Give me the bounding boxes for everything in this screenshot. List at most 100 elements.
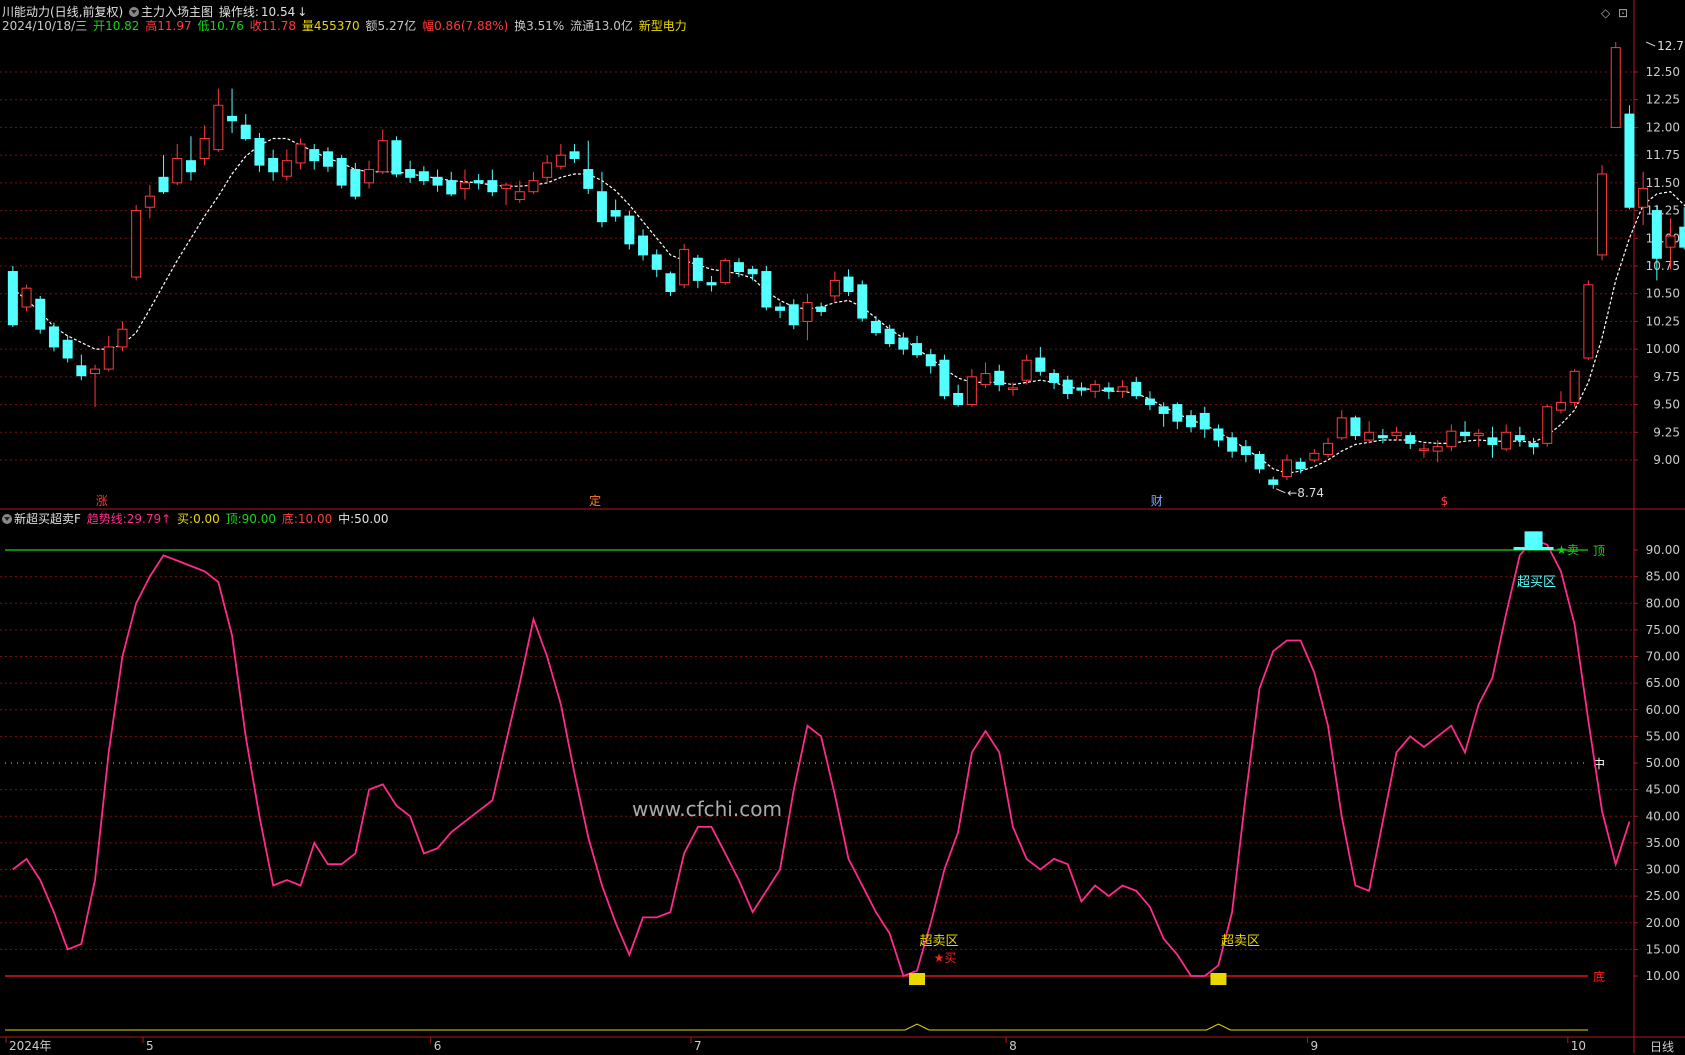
candle: [1268, 476, 1279, 489]
candle: [7, 266, 18, 327]
period-label[interactable]: 日线: [1650, 1038, 1674, 1055]
turnover-value: 3.51%: [526, 19, 565, 33]
price-tick-label: 10.00: [1646, 342, 1680, 356]
candle-body: [1473, 432, 1484, 437]
candle: [281, 149, 292, 181]
candle: [1199, 406, 1210, 438]
dropdown-icon[interactable]: [2, 514, 12, 524]
candle: [1418, 443, 1429, 458]
price-tick-label: 9.25: [1653, 425, 1680, 439]
candle: [487, 169, 498, 197]
candle-body: [1514, 435, 1525, 441]
candle-body: [295, 143, 306, 164]
candle-body: [1323, 442, 1334, 455]
candle: [514, 180, 525, 203]
candle-body: [829, 279, 840, 297]
window-icon[interactable]: ⊡: [1618, 6, 1628, 20]
candle-body: [1528, 442, 1539, 448]
x-tick-label: 10: [1571, 1039, 1586, 1053]
x-tick-label: 8: [1009, 1039, 1017, 1053]
candle: [1131, 376, 1142, 400]
candle: [254, 132, 265, 172]
quote-line: 2024/10/18/三 开10.82 高11.97 低10.76 收11.78…: [2, 19, 689, 33]
quote-date: 2024/10/18/三: [2, 19, 88, 33]
open-label: 开: [93, 19, 106, 33]
osc-tick-label: 35.00: [1646, 836, 1680, 850]
trend-line: [12, 538, 1631, 978]
candle-body: [733, 262, 744, 273]
low-marker-label: ←8.74: [1287, 486, 1324, 500]
candle-body: [377, 140, 388, 173]
candle: [665, 271, 676, 296]
top-value: 90.00: [241, 512, 277, 526]
float-label: 流通: [570, 19, 595, 33]
price-tick-label: 11.75: [1646, 148, 1680, 162]
mid-label: 中:: [338, 512, 355, 526]
candle-body: [158, 176, 169, 193]
candle-body: [268, 157, 279, 173]
candle: [103, 335, 114, 372]
amount-value: 5.27亿: [377, 19, 417, 33]
candle-body: [103, 346, 114, 370]
candle: [1555, 391, 1566, 414]
candle-body: [391, 140, 402, 175]
candle-body: [1199, 412, 1210, 430]
high-value: 11.97: [157, 19, 192, 33]
candle: [199, 125, 210, 166]
osc-tick-label: 75.00: [1646, 623, 1680, 637]
candle: [1309, 448, 1320, 463]
candle-body: [432, 176, 443, 186]
trend-value: 29.79: [126, 512, 162, 526]
overbought-label: 超买区: [1517, 575, 1556, 590]
osc-tick-label: 60.00: [1646, 703, 1680, 717]
candle-body: [213, 104, 224, 151]
osc-tick-label: 70.00: [1646, 650, 1680, 664]
candle-body: [1651, 210, 1662, 259]
chart-canvas[interactable]: 12.5012.2512.0011.7511.5011.2511.0010.75…: [0, 0, 1685, 1053]
x-tick-label: 5: [146, 1039, 154, 1053]
oversold-label: 超卖区: [920, 934, 959, 949]
candle-body: [610, 210, 621, 217]
low-marker-line: [1276, 488, 1286, 494]
osc-tick-label: 20.00: [1646, 916, 1680, 930]
candle-body: [117, 328, 128, 348]
osc-tick-label: 90.00: [1646, 543, 1680, 557]
candle-body: [227, 115, 238, 122]
candle: [1679, 207, 1685, 250]
candle: [555, 144, 566, 170]
candle: [1213, 424, 1224, 447]
candle-body: [501, 184, 512, 189]
candle: [857, 280, 868, 322]
candle: [1460, 421, 1471, 441]
candle: [1076, 382, 1087, 396]
candle: [925, 349, 936, 374]
oversold-marker: [1210, 973, 1227, 985]
osc-title[interactable]: 新超买超卖F: [14, 512, 81, 526]
concept-tag[interactable]: 新型电力: [639, 19, 687, 33]
candle: [1186, 410, 1197, 433]
candle-body: [1144, 398, 1155, 406]
candle: [1035, 346, 1046, 376]
candle: [131, 205, 142, 281]
candle: [62, 335, 73, 363]
candle-body: [1295, 461, 1306, 470]
candle-body: [240, 124, 251, 140]
dropdown-icon[interactable]: [129, 7, 140, 17]
candle: [966, 369, 977, 407]
event-badge: 涨: [96, 493, 108, 508]
candle: [596, 171, 607, 228]
stock-title[interactable]: 川能动力(日线,前复权): [2, 5, 123, 19]
candle: [309, 144, 320, 170]
diamond-icon[interactable]: ◇: [1601, 6, 1610, 20]
candle-body: [994, 370, 1005, 386]
price-tick-label: 9.75: [1653, 370, 1680, 384]
candle: [953, 384, 964, 407]
op-line-label: 操作线:: [218, 5, 259, 19]
buy-label: 买:: [177, 512, 194, 526]
candle: [1597, 165, 1608, 261]
candle-body: [1213, 428, 1224, 441]
bottom-level-tag: 底: [1593, 969, 1605, 984]
main-indicator-name[interactable]: 主力入场主图: [141, 5, 213, 19]
candle: [692, 254, 703, 289]
candle-body: [62, 339, 73, 359]
